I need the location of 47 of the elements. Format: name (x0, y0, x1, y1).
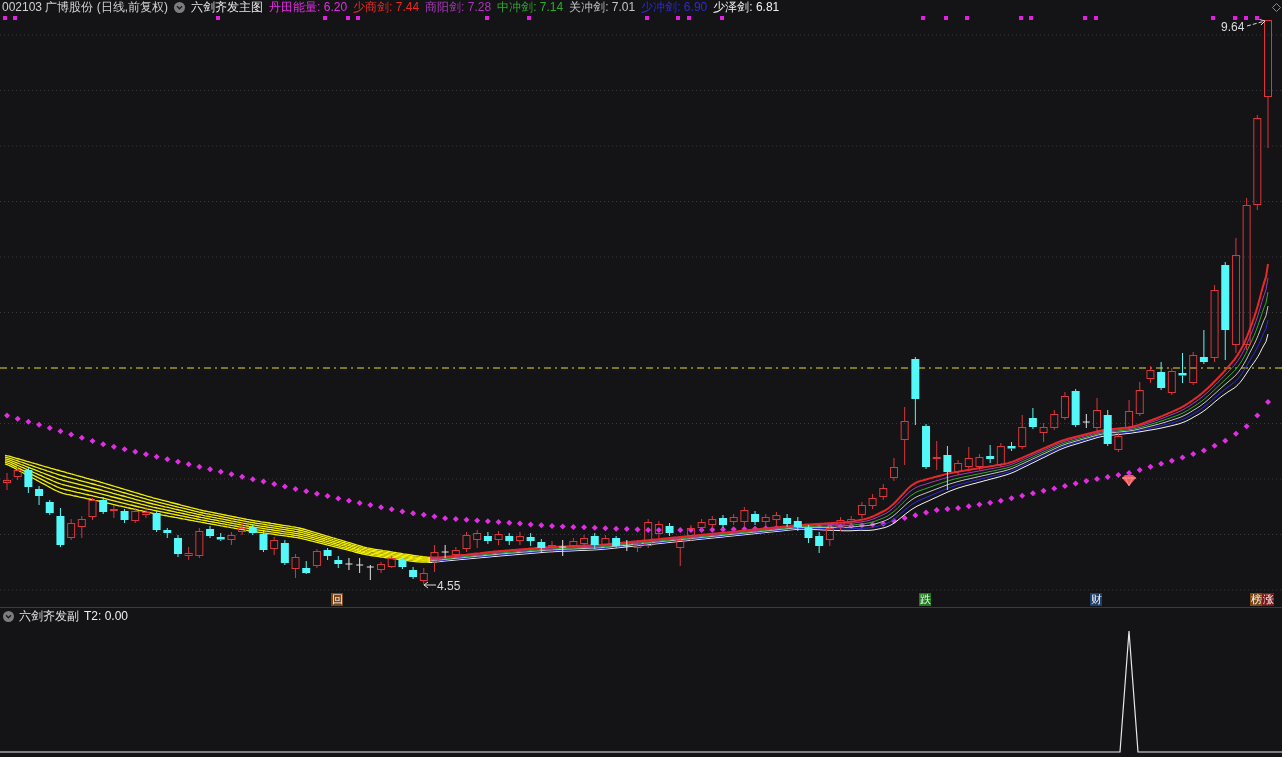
signal-marker (676, 16, 680, 20)
signal-marker (944, 16, 948, 20)
signal-marker (965, 16, 969, 20)
signal-marker (1233, 16, 1237, 20)
event-tag: 榜 (1250, 593, 1262, 606)
low-price-label: 4.55 (437, 579, 461, 593)
signal-marker (216, 16, 220, 20)
stock-title: 002103 广博股份 (日线,前复权) (2, 0, 169, 14)
signal-marker (485, 16, 489, 20)
indicator-readout: 丹田能量: 6.20 (269, 0, 348, 14)
chevron-down-icon[interactable] (174, 1, 186, 13)
indicator-readout: T2: 0.00 (84, 609, 129, 623)
event-tag: 涨 (1262, 593, 1274, 606)
chevron-down-icon[interactable] (3, 610, 14, 622)
signal-marker (1019, 16, 1023, 20)
signal-marker (1094, 16, 1098, 20)
signal-marker (1244, 16, 1248, 20)
event-tag: 跌 (919, 593, 931, 606)
indicator-readout: 关冲剑: 7.01 (569, 0, 636, 14)
signal-marker (645, 16, 649, 20)
signal-marker (1211, 16, 1215, 20)
indicator-readout: 少泽剑: 6.81 (713, 0, 780, 14)
indicator-readout: 中冲剑: 7.14 (497, 0, 564, 14)
indicator-readout: 少商剑: 7.44 (353, 0, 420, 14)
indicator-readout: 少冲剑: 6.90 (641, 0, 708, 14)
leader-arrow (1246, 19, 1266, 27)
signal-marker (3, 16, 7, 20)
signal-marker (720, 16, 724, 20)
indicator-name: 六剑齐发主图 (191, 0, 264, 14)
event-tag: 回 (331, 593, 343, 606)
signal-marker (527, 16, 531, 20)
signal-marker (356, 16, 360, 20)
indicator-readout: 商阳剑: 7.28 (425, 0, 492, 14)
signal-marker (1255, 16, 1259, 20)
diamond-icon[interactable] (1272, 2, 1281, 12)
signal-marker (921, 16, 925, 20)
gem-icon (1121, 475, 1137, 487)
signal-marker (1029, 16, 1033, 20)
signal-marker (13, 16, 17, 20)
event-tag: 财 (1090, 593, 1102, 606)
signal-marker (323, 16, 327, 20)
high-price-label: 9.64 (1221, 20, 1245, 34)
signal-marker (346, 16, 350, 20)
indicator-name: 六剑齐发副 (19, 609, 79, 623)
leader-arrow (423, 581, 437, 589)
signal-marker (687, 16, 691, 20)
signal-marker (1083, 16, 1087, 20)
